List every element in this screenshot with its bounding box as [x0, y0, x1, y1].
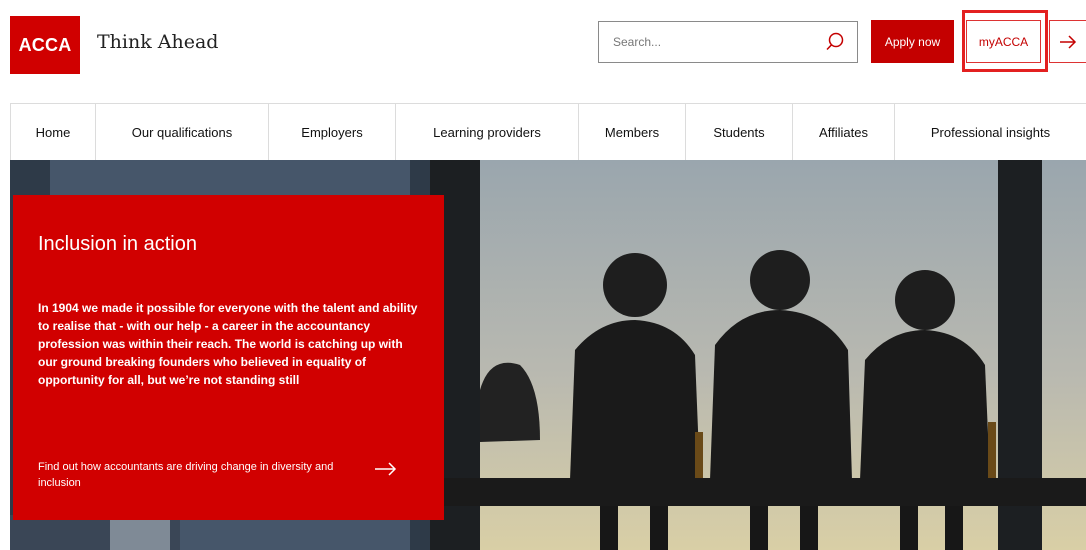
- nav-item-students[interactable]: Students: [686, 104, 793, 160]
- nav-item-our-qualifications[interactable]: Our qualifications: [96, 104, 269, 160]
- apply-now-button[interactable]: Apply now: [871, 20, 954, 63]
- hero-title: Inclusion in action: [38, 233, 197, 255]
- logo-text: ACCA: [18, 34, 72, 55]
- nav-item-home[interactable]: Home: [10, 104, 96, 160]
- arrow-right-icon[interactable]: [373, 461, 399, 477]
- main-nav: Home Our qualifications Employers Learni…: [10, 103, 1086, 160]
- nav-item-members[interactable]: Members: [579, 104, 686, 160]
- arrow-right-icon: [1060, 34, 1077, 49]
- nav-item-professional-insights[interactable]: Professional insights: [895, 104, 1086, 160]
- hero-body: In 1904 we made it possible for everyone…: [38, 301, 418, 387]
- tagline: Think Ahead: [97, 31, 219, 53]
- nav-item-affiliates[interactable]: Affiliates: [793, 104, 895, 160]
- acca-logo[interactable]: ACCA: [10, 16, 80, 74]
- search-input[interactable]: [613, 32, 813, 52]
- search-box: [598, 21, 858, 63]
- hero-card: Inclusion in action In 1904 we made it p…: [13, 195, 444, 520]
- hero-link[interactable]: Find out how accountants are driving cha…: [38, 459, 368, 491]
- myacca-button[interactable]: myACCA: [966, 20, 1041, 63]
- login-arrow-button[interactable]: [1049, 20, 1086, 63]
- search-icon[interactable]: [823, 30, 847, 54]
- nav-item-employers[interactable]: Employers: [269, 104, 396, 160]
- nav-item-learning-providers[interactable]: Learning providers: [396, 104, 579, 160]
